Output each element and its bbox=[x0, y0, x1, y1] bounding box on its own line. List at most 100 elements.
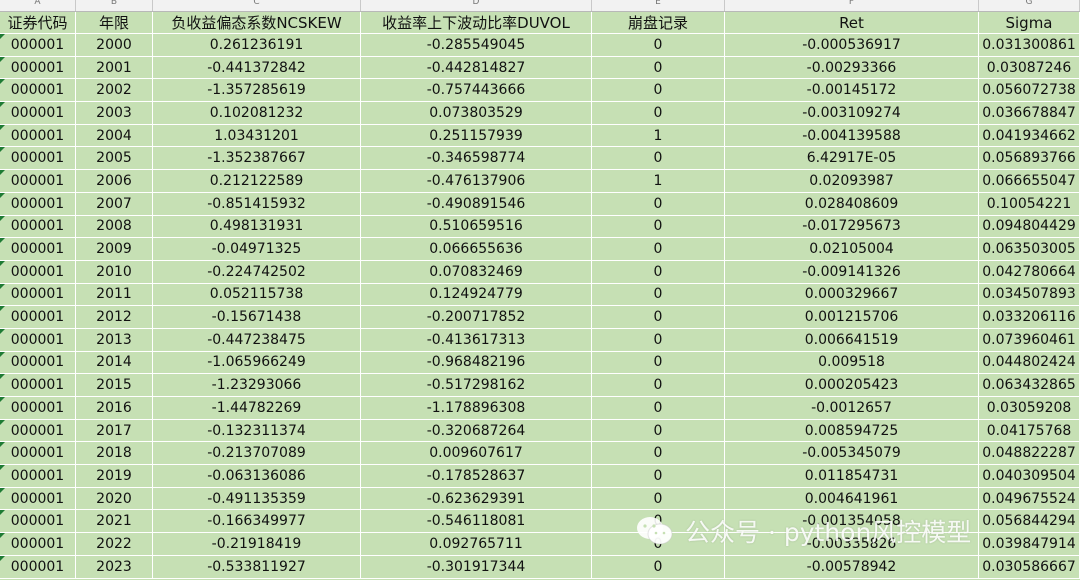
sigma-cell[interactable]: 0.049675524 bbox=[979, 487, 1080, 510]
crash-record-cell[interactable]: 0 bbox=[592, 147, 725, 170]
sigma-cell[interactable]: 0.041934662 bbox=[979, 124, 1080, 147]
ret-cell[interactable]: 0.000329667 bbox=[725, 283, 979, 306]
duvol-cell[interactable]: -0.178528637 bbox=[361, 465, 592, 487]
duvol-cell[interactable]: -0.476137906 bbox=[361, 170, 592, 192]
duvol-cell[interactable]: -0.623629391 bbox=[361, 487, 592, 510]
security-code-cell[interactable]: 000001 bbox=[0, 238, 76, 260]
ncskew-cell[interactable]: -1.352387667 bbox=[153, 147, 361, 170]
ret-cell[interactable]: -0.000536917 bbox=[725, 34, 979, 56]
ncskew-cell[interactable]: -0.04971325 bbox=[153, 238, 361, 260]
duvol-cell[interactable]: 0.510659516 bbox=[361, 215, 592, 238]
duvol-cell[interactable]: 0.092765711 bbox=[361, 533, 592, 555]
crash-record-cell[interactable]: 0 bbox=[592, 192, 725, 215]
ncskew-cell[interactable]: -0.447238475 bbox=[153, 328, 361, 351]
ncskew-cell[interactable]: -0.132311374 bbox=[153, 419, 361, 442]
table-row[interactable]: 000001 2022 -0.21918419 0.092765711 0 -0.0033… bbox=[0, 533, 1080, 556]
ret-cell[interactable]: 0.02093987 bbox=[725, 170, 979, 192]
ret-cell[interactable]: 0.008594725 bbox=[725, 419, 979, 442]
ncskew-cell[interactable]: 0.261236191 bbox=[153, 34, 361, 56]
table-row[interactable]: 000001 2007 -0.851415932 -0.490891546 0 0.028… bbox=[0, 192, 1080, 216]
sigma-cell[interactable]: 0.044802424 bbox=[979, 351, 1080, 374]
table-row[interactable]: 000001 2015 -1.23293066 -0.517298162 0 0.0002… bbox=[0, 374, 1080, 397]
crash-record-cell[interactable]: 0 bbox=[592, 328, 725, 351]
security-code-cell[interactable]: 000001 bbox=[0, 397, 76, 419]
header-crash-record[interactable]: 崩盘记录 bbox=[592, 12, 725, 33]
table-row[interactable]: 000001 2001 -0.441372842 -0.442814827 0 -0.00… bbox=[0, 56, 1080, 80]
column-letter-g[interactable]: G bbox=[979, 0, 1080, 11]
crash-record-cell[interactable]: 0 bbox=[592, 215, 725, 238]
ret-cell[interactable]: 0.006641519 bbox=[725, 328, 979, 351]
ret-cell[interactable]: 0.02105004 bbox=[725, 238, 979, 260]
table-row[interactable]: 000001 2020 -0.491135359 -0.623629391 0 0.004… bbox=[0, 487, 1080, 511]
table-row[interactable]: 000001 2023 -0.533811927 -0.301917344 0 -0.00… bbox=[0, 555, 1080, 579]
security-code-cell[interactable]: 000001 bbox=[0, 487, 76, 510]
year-cell[interactable]: 2000 bbox=[76, 34, 153, 56]
duvol-cell[interactable]: -0.346598774 bbox=[361, 147, 592, 170]
security-code-cell[interactable]: 000001 bbox=[0, 465, 76, 487]
duvol-cell[interactable]: -0.320687264 bbox=[361, 419, 592, 442]
ret-cell[interactable]: -0.009141326 bbox=[725, 260, 979, 283]
ncskew-cell[interactable]: -0.213707089 bbox=[153, 442, 361, 465]
duvol-cell[interactable]: 0.251157939 bbox=[361, 124, 592, 147]
security-code-cell[interactable]: 000001 bbox=[0, 533, 76, 555]
duvol-cell[interactable]: 0.070832469 bbox=[361, 260, 592, 283]
ret-cell[interactable]: -0.00335826 bbox=[725, 533, 979, 555]
header-duvol[interactable]: 收益率上下波动比率DUVOL bbox=[361, 12, 592, 33]
ncskew-cell[interactable]: -1.357285619 bbox=[153, 79, 361, 102]
sigma-cell[interactable]: 0.036678847 bbox=[979, 102, 1080, 124]
crash-record-cell[interactable]: 0 bbox=[592, 34, 725, 56]
column-letter-d[interactable]: D bbox=[361, 0, 592, 11]
ncskew-cell[interactable]: -0.533811927 bbox=[153, 555, 361, 578]
table-row[interactable]: 000001 2004 1.03431201 0.251157939 1 -0.00413… bbox=[0, 124, 1080, 148]
header-ret[interactable]: Ret bbox=[725, 12, 979, 33]
crash-record-cell[interactable]: 0 bbox=[592, 283, 725, 306]
table-row[interactable]: 000001 2008 0.498131931 0.510659516 0 -0.0172… bbox=[0, 215, 1080, 239]
table-row[interactable]: 000001 2016 -1.44782269 -1.178896308 0 -0.001… bbox=[0, 397, 1080, 420]
crash-record-cell[interactable]: 0 bbox=[592, 351, 725, 374]
header-security-code[interactable]: 证券代码 bbox=[0, 12, 76, 33]
duvol-cell[interactable]: -0.301917344 bbox=[361, 555, 592, 578]
sigma-cell[interactable]: 0.063503005 bbox=[979, 238, 1080, 260]
table-row[interactable]: 000001 2003 0.102081232 0.073803529 0 -0.0031… bbox=[0, 102, 1080, 125]
ret-cell[interactable]: -0.017295673 bbox=[725, 215, 979, 238]
crash-record-cell[interactable]: 0 bbox=[592, 56, 725, 79]
ncskew-cell[interactable]: 0.052115738 bbox=[153, 283, 361, 306]
security-code-cell[interactable]: 000001 bbox=[0, 170, 76, 192]
ret-cell[interactable]: -0.001354058 bbox=[725, 510, 979, 533]
sigma-cell[interactable]: 0.056893766 bbox=[979, 147, 1080, 170]
sigma-cell[interactable]: 0.030586667 bbox=[979, 555, 1080, 578]
header-year[interactable]: 年限 bbox=[76, 12, 153, 33]
table-row[interactable]: 000001 2009 -0.04971325 0.066655636 0 0.02105… bbox=[0, 238, 1080, 261]
ncskew-cell[interactable]: -0.441372842 bbox=[153, 56, 361, 79]
column-letter-c[interactable]: C bbox=[153, 0, 361, 11]
ret-cell[interactable]: -0.00578942 bbox=[725, 555, 979, 578]
column-letter-f[interactable]: F bbox=[725, 0, 979, 11]
column-letter-e[interactable]: E bbox=[592, 0, 725, 11]
table-row[interactable]: 000001 2017 -0.132311374 -0.320687264 0 0.008… bbox=[0, 419, 1080, 443]
crash-record-cell[interactable]: 1 bbox=[592, 170, 725, 192]
table-row[interactable]: 000001 2018 -0.213707089 0.009607617 0 -0.005… bbox=[0, 442, 1080, 466]
header-ncskew[interactable]: 负收益偏态系数NCSKEW bbox=[153, 12, 361, 33]
year-cell[interactable]: 2004 bbox=[76, 124, 153, 147]
crash-record-cell[interactable]: 0 bbox=[592, 510, 725, 533]
security-code-cell[interactable]: 000001 bbox=[0, 510, 76, 533]
sigma-cell[interactable]: 0.03059208 bbox=[979, 397, 1080, 419]
table-row[interactable]: 000001 2021 -0.166349977 -0.546118081 0 -0.00… bbox=[0, 510, 1080, 534]
year-cell[interactable]: 2021 bbox=[76, 510, 153, 533]
year-cell[interactable]: 2012 bbox=[76, 306, 153, 328]
ret-cell[interactable]: 6.42917E-05 bbox=[725, 147, 979, 170]
security-code-cell[interactable]: 000001 bbox=[0, 192, 76, 215]
crash-record-cell[interactable]: 0 bbox=[592, 442, 725, 465]
table-row[interactable]: 000001 2002 -1.357285619 -0.757443666 0 -0.00… bbox=[0, 79, 1080, 103]
column-letter-a[interactable]: A bbox=[0, 0, 76, 11]
ncskew-cell[interactable]: 1.03431201 bbox=[153, 124, 361, 147]
table-row[interactable]: 000001 2012 -0.15671438 -0.200717852 0 0.0012… bbox=[0, 306, 1080, 329]
sigma-cell[interactable]: 0.063432865 bbox=[979, 374, 1080, 396]
year-cell[interactable]: 2005 bbox=[76, 147, 153, 170]
crash-record-cell[interactable]: 0 bbox=[592, 465, 725, 487]
sigma-cell[interactable]: 0.039847914 bbox=[979, 533, 1080, 555]
duvol-cell[interactable]: -0.757443666 bbox=[361, 79, 592, 102]
year-cell[interactable]: 2018 bbox=[76, 442, 153, 465]
year-cell[interactable]: 2006 bbox=[76, 170, 153, 192]
crash-record-cell[interactable]: 0 bbox=[592, 79, 725, 102]
